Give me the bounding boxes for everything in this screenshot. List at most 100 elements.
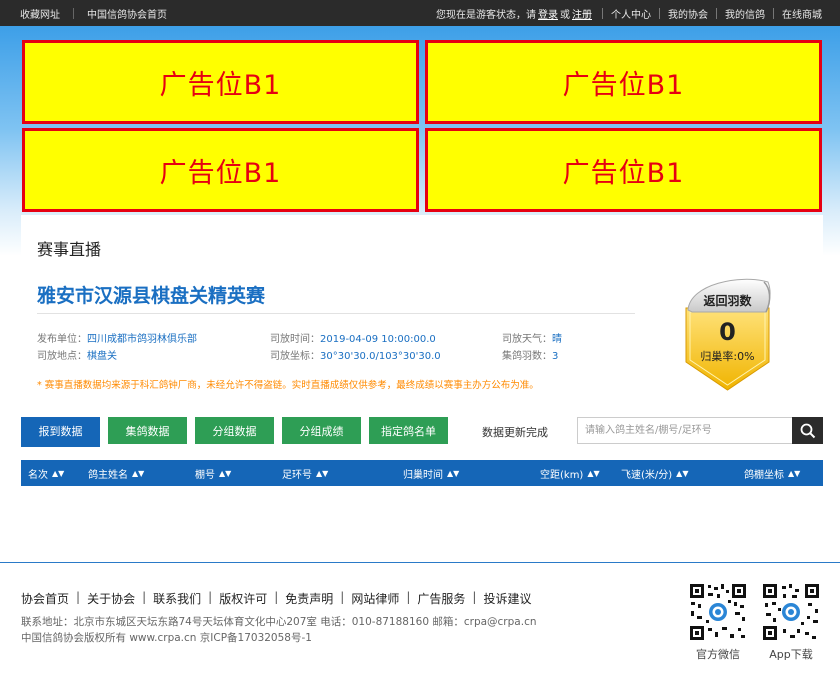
guest-status-text: 您现在是游客状态，请 [436, 9, 536, 21]
weather-info: 司放天气：晴 [502, 330, 562, 345]
tab-group-data[interactable]: 分组数据 [195, 417, 274, 444]
divider [773, 7, 774, 19]
footer-address: 联系地址：北京市东城区天坛东路74号天坛体育文化中心207室 电话：010-87… [21, 616, 537, 628]
column-ring[interactable]: 足环号 ▲▼ [282, 460, 328, 486]
nav-my-pigeons[interactable]: 我的信鸽 [725, 6, 765, 21]
sort-icon: ▲▼ [316, 468, 329, 478]
nav-my-association[interactable]: 我的协会 [668, 6, 708, 21]
release-time-value: 2019-04-09 10:00:00.0 [320, 334, 436, 345]
footer-link-home[interactable]: 协会首页 [21, 590, 69, 607]
race-title: 雅安市汉源县棋盘关精英赛 [37, 285, 266, 307]
footer-divider [0, 562, 840, 563]
data-notice: * 赛事直播数据均来源于科汇鸽钟厂商，未经允许不得盗链。实时直播成绩仅供参考，最… [37, 380, 539, 391]
column-loft-coords[interactable]: 鸽棚坐标 ▲▼ [744, 460, 800, 486]
ad-banner[interactable]: 广告位B1 [22, 128, 419, 212]
search-icon [800, 423, 815, 438]
column-label: 空距(km) [540, 469, 584, 481]
weather-value: 晴 [552, 334, 562, 345]
wechat-qr-icon [688, 582, 748, 642]
sort-icon: ▲▼ [219, 468, 232, 478]
footer-copyright: 中国信鸽协会版权所有 www.crpa.cn 京ICP备17032058号-1 [21, 632, 312, 644]
location-value: 棋盘关 [87, 351, 117, 362]
column-label: 鸽主姓名 [88, 469, 128, 481]
weather-label: 司放天气： [502, 334, 552, 345]
divider: | [472, 590, 477, 604]
sort-icon: ▲▼ [587, 468, 600, 478]
divider: | [208, 590, 213, 604]
release-time-info: 司放时间：2019-04-09 10:00:00.0 [270, 330, 436, 345]
search-button[interactable] [792, 417, 823, 444]
tab-report-data[interactable]: 报到数据 [21, 417, 100, 444]
footer-link-complaints[interactable]: 投诉建议 [483, 590, 531, 607]
active-tab-indicator [21, 444, 100, 447]
ad-banner[interactable]: 广告位B1 [22, 40, 419, 124]
column-label: 足环号 [282, 469, 312, 481]
location-label: 司放地点： [37, 351, 87, 362]
sort-icon: ▲▼ [788, 468, 801, 478]
ad-banner[interactable]: 广告位B1 [425, 40, 822, 124]
sort-icon: ▲▼ [447, 468, 460, 478]
divider: | [340, 590, 345, 604]
column-owner[interactable]: 鸽主姓名 ▲▼ [88, 460, 144, 486]
sort-icon: ▲▼ [676, 468, 689, 478]
ad-banner[interactable]: 广告位B1 [425, 128, 822, 212]
footer-link-disclaimer[interactable]: 免责声明 [285, 590, 333, 607]
footer-links: 协会首页 | 关于协会 | 联系我们 | 版权许可 | 免责声明 | 网站律师 | 广告服务… [21, 590, 531, 607]
register-link[interactable]: 注册 [572, 6, 592, 21]
publisher-info: 发布单位：四川成都市鸽羽林俱乐部 [37, 330, 197, 345]
divider: | [274, 590, 279, 604]
column-return-time[interactable]: 归巢时间 ▲▼ [403, 460, 459, 486]
bookmark-link[interactable]: 收藏网址 [20, 6, 60, 21]
column-label: 飞速(米/分) [621, 469, 673, 481]
location-info: 司放地点：棋盘关 [37, 347, 117, 362]
update-status: 数据更新完成 [482, 426, 548, 439]
coords-value: 30°30'30.0/103°30'30.0 [320, 351, 441, 362]
column-distance[interactable]: 空距(km) ▲▼ [540, 460, 600, 486]
divider: | [142, 590, 147, 604]
publisher-value: 四川成都市鸽羽林俱乐部 [87, 334, 197, 345]
nav-online-store[interactable]: 在线商城 [782, 6, 822, 21]
badge-title: 返回羽数 [703, 294, 752, 308]
association-home-link[interactable]: 中国信鸽协会首页 [87, 6, 167, 21]
publisher-label: 发布单位： [37, 334, 87, 345]
coords-info: 司放坐标：30°30'30.0/103°30'30.0 [270, 347, 441, 362]
tab-group-results[interactable]: 分组成绩 [282, 417, 361, 444]
wechat-qr-label: 官方微信 [696, 648, 740, 661]
or-text: 或 [560, 9, 570, 21]
search-input[interactable] [577, 417, 793, 444]
column-label: 名次 [28, 469, 48, 481]
footer-link-ads[interactable]: 广告服务 [417, 590, 465, 607]
nav-personal-center[interactable]: 个人中心 [611, 6, 651, 21]
footer-link-about[interactable]: 关于协会 [87, 590, 135, 607]
results-table-header: 名次 ▲▼ 鸽主姓名 ▲▼ 棚号 ▲▼ 足环号 ▲▼ 归巢时间 ▲▼ 空距(km) ▲▼ 飞… [21, 460, 823, 486]
count-value: 3 [552, 351, 559, 362]
divider [716, 7, 717, 19]
badge-value: 0 [719, 318, 736, 346]
divider [602, 7, 603, 19]
login-link[interactable]: 登录 [538, 6, 558, 21]
badge-rate: 归巢率:0% [700, 350, 755, 363]
coords-label: 司放坐标： [270, 351, 320, 362]
column-loft[interactable]: 棚号 ▲▼ [195, 460, 231, 486]
divider [73, 7, 74, 19]
divider: | [76, 590, 81, 604]
count-label: 集鸽羽数： [502, 351, 552, 362]
tab-designated-list[interactable]: 指定鸽名单 [369, 417, 448, 444]
divider [37, 313, 635, 314]
column-rank[interactable]: 名次 ▲▼ [28, 460, 64, 486]
footer-link-contact[interactable]: 联系我们 [153, 590, 201, 607]
count-info: 集鸽羽数：3 [502, 347, 558, 362]
tab-collect-data[interactable]: 集鸽数据 [108, 417, 187, 444]
footer-link-license[interactable]: 版权许可 [219, 590, 267, 607]
section-title: 赛事直播 [37, 240, 102, 259]
column-label: 棚号 [195, 469, 215, 481]
column-label: 鸽棚坐标 [744, 469, 784, 481]
column-label: 归巢时间 [403, 469, 443, 481]
sort-icon: ▲▼ [132, 468, 145, 478]
column-speed[interactable]: 飞速(米/分) ▲▼ [621, 460, 688, 486]
footer-link-lawyer[interactable]: 网站律师 [351, 590, 399, 607]
divider: | [406, 590, 411, 604]
top-bar: 收藏网址 中国信鸽协会首页 您现在是游客状态，请 登录 或 注册 个人中心 我的… [0, 0, 840, 26]
divider [659, 7, 660, 19]
app-download-qr-icon [761, 582, 821, 642]
